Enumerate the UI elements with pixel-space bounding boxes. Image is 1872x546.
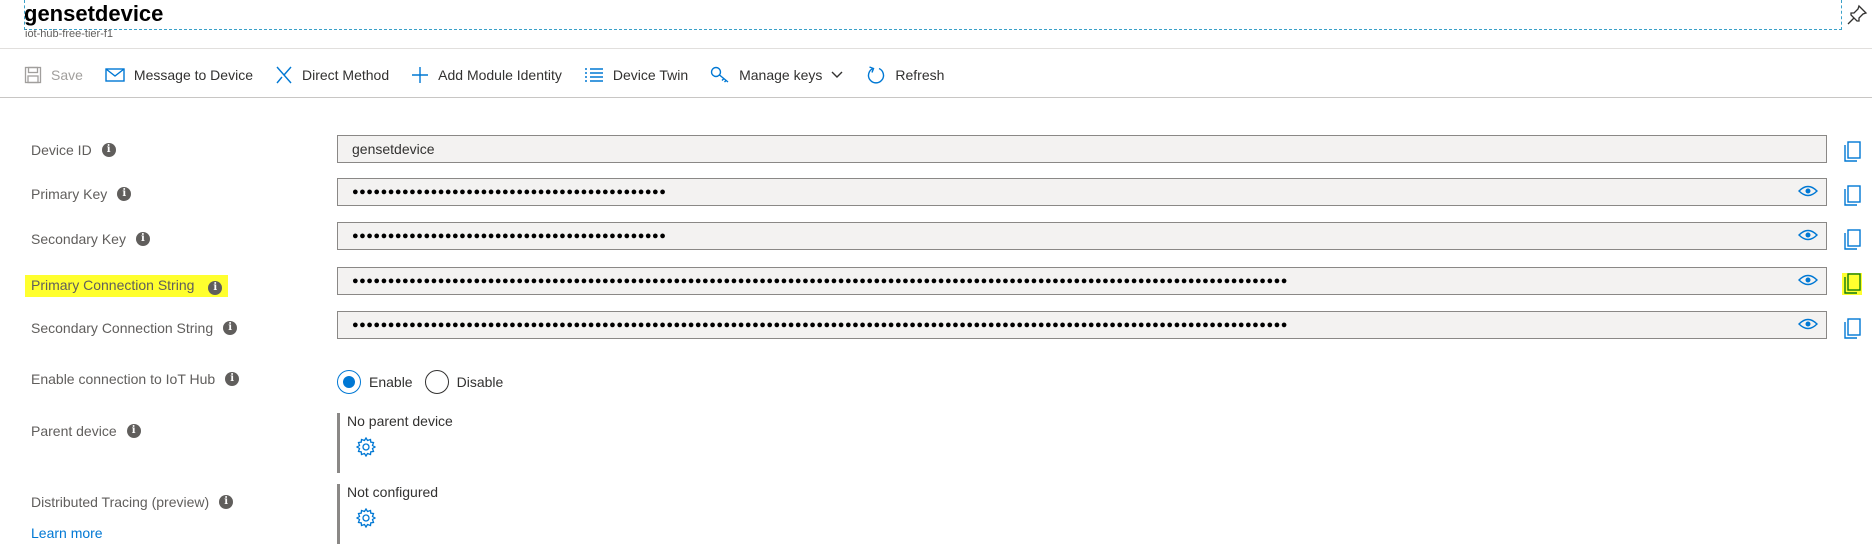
enable-radio-label: Enable [369,374,413,390]
primary-connection-string-field[interactable]: ●●●●●●●●●●●●●●●●●●●●●●●●●●●●●●●●●●●●●●●●… [337,267,1827,295]
copy-icon[interactable] [1842,185,1862,207]
distributed-tracing-label: Distributed Tracing (preview) i [31,494,234,510]
device-id-label: Device ID i [31,142,116,158]
refresh-icon [868,66,885,84]
toolbar-divider [0,97,1872,98]
secondary-connection-string-field[interactable]: ●●●●●●●●●●●●●●●●●●●●●●●●●●●●●●●●●●●●●●●●… [337,311,1827,339]
primary-key-label-text: Primary Key [31,186,108,202]
add-module-label: Add Module Identity [438,67,562,83]
learn-more-link[interactable]: Learn more [31,525,103,541]
chevron-down-icon [831,71,843,78]
save-label: Save [51,67,83,83]
page-subtitle: iot-hub-free-tier-f1 [25,28,114,40]
eye-icon[interactable] [1798,273,1818,287]
gear-icon[interactable] [356,508,376,528]
info-icon[interactable]: i [223,321,238,335]
eye-icon[interactable] [1798,228,1818,242]
add-module-identity-button[interactable]: Add Module Identity [411,66,562,84]
disable-radio-label: Disable [456,374,504,390]
enable-connection-label-text: Enable connection to IoT Hub [31,371,216,387]
disable-radio-circle [424,370,449,394]
plus-icon [412,67,429,83]
list-icon [584,68,603,82]
primary-connection-value: ●●●●●●●●●●●●●●●●●●●●●●●●●●●●●●●●●●●●●●●●… [352,275,1288,287]
device-twin-button[interactable]: Device Twin [584,67,688,83]
parent-device-label-text: Parent device [31,423,117,439]
primary-connection-label-text: Primary Connection String [31,277,195,293]
parent-device-label: Parent device i [31,423,141,439]
gear-icon[interactable] [356,437,376,457]
direct-method-label: Direct Method [301,67,390,83]
eye-icon[interactable] [1798,184,1818,198]
message-label: Message to Device [133,67,253,83]
distributed-tracing-value: Not configured [347,484,439,500]
secondary-key-label: Secondary Key i [31,231,150,247]
info-icon[interactable]: i [101,143,116,157]
message-to-device-button[interactable]: Message to Device [105,67,253,83]
direct-method-button[interactable]: Direct Method [275,65,389,85]
primary-key-label: Primary Key i [31,186,132,202]
key-icon [710,66,729,83]
parent-device-box: No parent device [337,413,557,473]
primary-key-value: ●●●●●●●●●●●●●●●●●●●●●●●●●●●●●●●●●●●●●●●●… [352,186,667,198]
distributed-tracing-box: Not configured [337,484,557,544]
info-icon[interactable]: i [225,372,240,386]
primary-connection-highlight: Primary Connection String i [25,275,229,297]
info-icon[interactable]: i [126,424,141,438]
copy-icon[interactable] [1842,318,1862,340]
enable-radio[interactable]: Enable [337,370,413,394]
refresh-label: Refresh [895,67,945,83]
distributed-tracing-label-text: Distributed Tracing (preview) [31,494,210,510]
device-id-field[interactable]: gensetdevice [337,135,1827,163]
enable-radio-circle [337,370,361,394]
primary-connection-string-label: Primary Connection String i [25,275,229,297]
title-frame [24,0,1842,30]
manage-keys-label: Manage keys [739,67,823,83]
device-twin-label: Device Twin [612,67,689,83]
secondary-connection-label-text: Secondary Connection String [31,320,214,336]
enable-connection-label: Enable connection to IoT Hub i [31,371,240,387]
device-id-label-text: Device ID [31,142,92,158]
page-title: gensetdevice [24,1,164,26]
info-icon[interactable]: i [219,495,234,509]
command-bar: Save Message to Device Direct Method Add… [24,60,966,90]
mail-icon [105,68,125,82]
info-icon[interactable]: i [117,187,132,201]
direct-method-icon [276,66,292,84]
secondary-key-field[interactable]: ●●●●●●●●●●●●●●●●●●●●●●●●●●●●●●●●●●●●●●●●… [337,222,1827,250]
save-button[interactable]: Save [24,66,83,84]
secondary-connection-value: ●●●●●●●●●●●●●●●●●●●●●●●●●●●●●●●●●●●●●●●●… [352,319,1288,331]
info-icon[interactable]: i [135,232,150,246]
pin-icon[interactable] [1846,4,1868,26]
parent-device-value: No parent device [347,413,453,429]
header-divider [0,48,1872,49]
primary-key-field[interactable]: ●●●●●●●●●●●●●●●●●●●●●●●●●●●●●●●●●●●●●●●●… [337,178,1827,206]
eye-icon[interactable] [1798,317,1818,331]
secondary-connection-string-label: Secondary Connection String i [31,320,238,336]
device-id-value: gensetdevice [352,141,435,157]
disable-radio[interactable]: Disable [424,370,504,394]
copy-icon[interactable] [1842,229,1862,251]
copy-icon[interactable] [1842,273,1862,295]
refresh-button[interactable]: Refresh [866,65,944,85]
secondary-key-label-text: Secondary Key [31,231,126,247]
secondary-key-value: ●●●●●●●●●●●●●●●●●●●●●●●●●●●●●●●●●●●●●●●●… [352,230,667,242]
copy-icon[interactable] [1842,141,1862,163]
manage-keys-button[interactable]: Manage keys [710,66,844,84]
info-icon[interactable]: i [208,281,223,295]
connection-radio-group: Enable Disable [337,370,515,394]
save-icon [24,66,42,84]
